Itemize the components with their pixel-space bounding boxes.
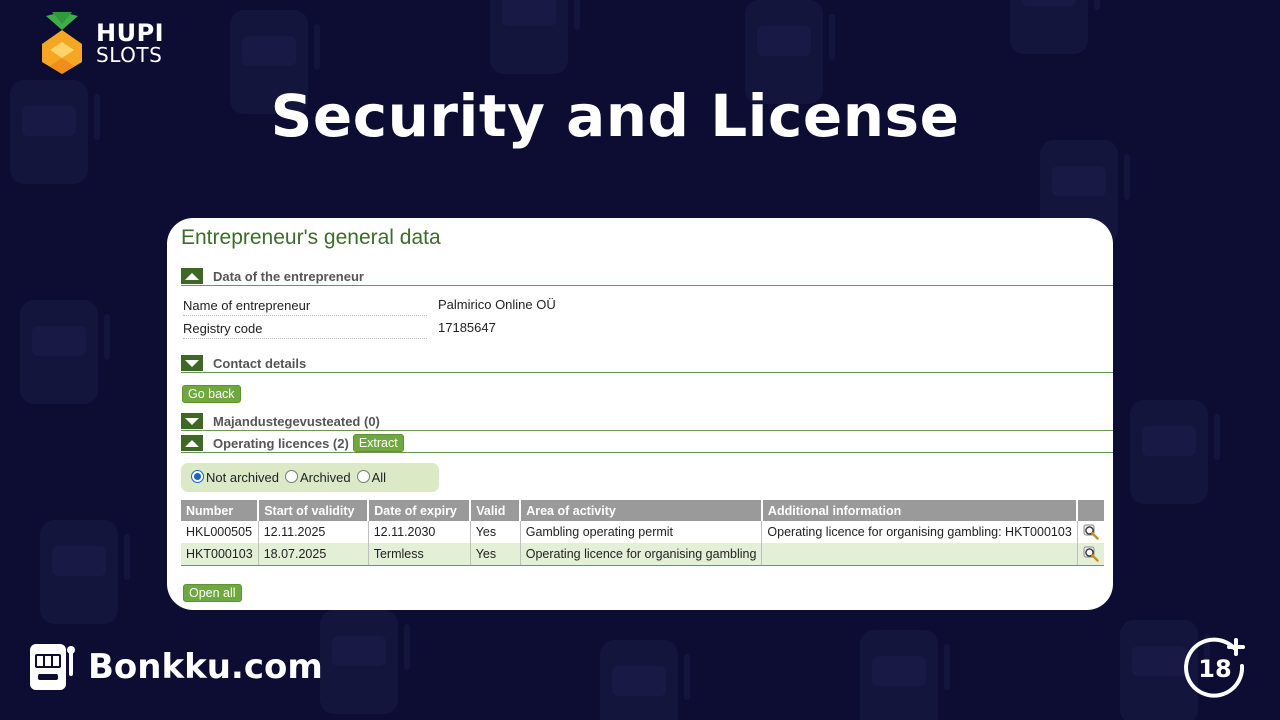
col-number[interactable]: Number — [181, 500, 260, 521]
radio-icon[interactable] — [356, 470, 370, 483]
col-additional[interactable]: Additional information — [761, 500, 1079, 521]
cell-expiry: Termless — [368, 543, 471, 566]
magnifier-icon[interactable] — [1083, 524, 1099, 540]
page-title: Security and License — [270, 82, 960, 150]
expand-toggle-icon[interactable] — [181, 355, 203, 371]
radio-archived[interactable]: Archived — [284, 470, 351, 485]
slot-watermark-icon — [20, 300, 110, 404]
section-entrepreneur[interactable]: Data of the entrepreneur — [181, 267, 1113, 286]
slot-watermark-icon — [40, 520, 130, 624]
cell-area: Operating licence for organising gamblin… — [520, 543, 763, 566]
slot-machine-icon — [30, 644, 75, 690]
brand-line-2: SLOTS — [96, 43, 163, 67]
col-start[interactable]: Start of validity — [258, 500, 370, 521]
go-back-button[interactable]: Go back — [182, 385, 241, 403]
cell-start: 12.11.2025 — [258, 521, 369, 543]
slot-watermark-icon — [490, 0, 580, 74]
radio-all[interactable]: All — [356, 470, 386, 485]
age-18-icon: 18 — [1184, 637, 1245, 698]
collapse-toggle-icon[interactable] — [181, 268, 203, 284]
collapse-toggle-icon[interactable] — [181, 435, 203, 451]
licences-table: Number Start of validity Date of expiry … — [181, 500, 1104, 566]
radio-not-archived[interactable]: Not archived — [191, 470, 279, 485]
entrepreneur-card: Entrepreneur's general data Data of the … — [167, 218, 1113, 610]
pineapple-icon — [42, 12, 82, 74]
section-label: Majandustegevusteated (0) — [213, 413, 380, 429]
col-expiry[interactable]: Date of expiry — [368, 500, 472, 521]
hupi-slots-logo: HUPI SLOTS — [40, 12, 164, 74]
age-restriction-badge: 18 — [1184, 636, 1248, 700]
card-heading: Entrepreneur's general data — [181, 226, 441, 249]
cell-action — [1077, 521, 1104, 543]
cell-start: 18.07.2025 — [258, 543, 369, 566]
section-contact[interactable]: Contact details — [181, 354, 1113, 373]
slot-watermark-icon — [320, 610, 410, 714]
site-name: Bonkku.com — [88, 647, 323, 687]
cell-valid: Yes — [470, 521, 521, 543]
slot-watermark-icon — [1130, 400, 1220, 504]
cell-expiry: 12.11.2030 — [368, 521, 471, 543]
cell-number: HKT000103 — [181, 543, 259, 566]
section-majandus[interactable]: Majandustegevusteated (0) — [181, 412, 1113, 431]
magnifier-icon[interactable] — [1083, 546, 1099, 562]
col-actions — [1077, 500, 1104, 521]
cell-additional — [761, 543, 1078, 566]
col-area[interactable]: Area of activity — [520, 500, 763, 521]
expand-toggle-icon[interactable] — [181, 413, 203, 429]
radio-icon[interactable] — [284, 470, 298, 483]
col-valid[interactable]: Valid — [470, 500, 522, 521]
table-header-row: Number Start of validity Date of expiry … — [181, 500, 1104, 521]
cell-action — [1077, 543, 1104, 566]
cell-area: Gambling operating permit — [520, 521, 763, 543]
age-number: 18 — [1198, 655, 1231, 683]
slot-watermark-icon — [600, 640, 690, 720]
field-value-name: Palmirico Online OÜ — [438, 297, 556, 312]
cell-number: HKL000505 — [181, 521, 259, 543]
field-label-name: Name of entrepreneur — [183, 298, 427, 316]
cell-valid: Yes — [470, 543, 521, 566]
bonkku-logo: Bonkku.com — [28, 640, 323, 694]
section-label: Data of the entrepreneur — [213, 268, 364, 284]
table-row[interactable]: HKL000505 12.11.2025 12.11.2030 Yes Gamb… — [181, 521, 1104, 543]
section-label: Contact details — [213, 355, 307, 371]
table-row[interactable]: HKT000103 18.07.2025 Termless Yes Operat… — [181, 543, 1104, 566]
brand-line-1: HUPI — [96, 19, 165, 47]
field-value-registry: 17185647 — [438, 320, 496, 335]
cell-additional: Operating licence for organising gamblin… — [761, 521, 1078, 543]
slot-watermark-icon — [1010, 0, 1100, 54]
slot-watermark-icon — [860, 630, 950, 720]
open-all-button[interactable]: Open all — [183, 584, 242, 602]
section-label: Operating licences (2) — [213, 435, 349, 451]
section-licences[interactable]: Operating licences (2) Extract — [181, 434, 1113, 453]
archive-filter: Not archived Archived All — [181, 463, 439, 492]
extract-button[interactable]: Extract — [352, 434, 404, 452]
radio-checked-icon[interactable] — [191, 470, 204, 483]
field-label-registry: Registry code — [183, 321, 427, 339]
